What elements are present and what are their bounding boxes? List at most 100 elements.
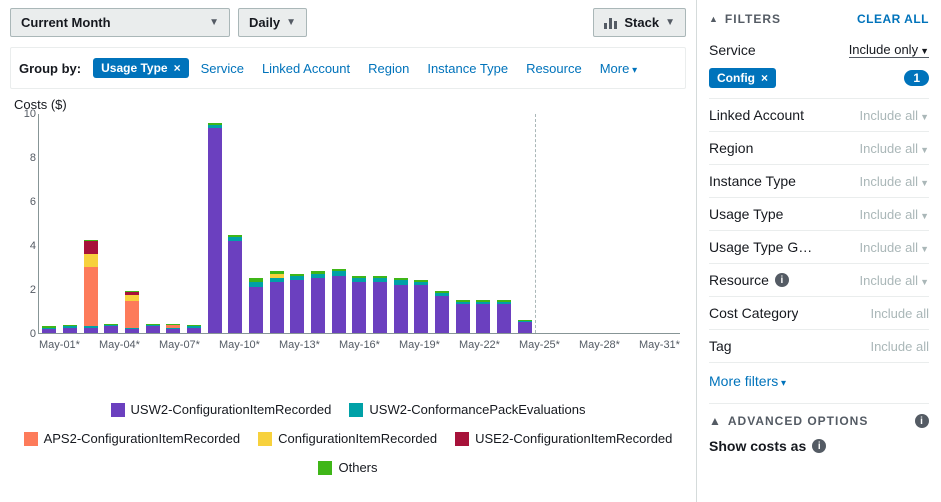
group-by-option-resource[interactable]: Resource xyxy=(526,61,582,76)
x-tick: May-28* xyxy=(579,339,620,351)
bar[interactable] xyxy=(63,325,77,333)
group-by-option-service[interactable]: Service xyxy=(201,61,244,76)
filter-row[interactable]: Usage Type G…Include all▼ xyxy=(709,231,929,264)
bar[interactable] xyxy=(84,240,98,333)
bar[interactable] xyxy=(208,123,222,333)
cost-chart: 0246810 May-01*May-04*May-07*May-10*May-… xyxy=(38,114,680,372)
close-icon: × xyxy=(174,61,181,75)
legend-item[interactable]: ConfigurationItemRecorded xyxy=(258,431,437,446)
filter-service-mode[interactable]: Include only▼ xyxy=(849,42,929,58)
legend-label: Others xyxy=(338,460,377,475)
filter-row[interactable]: TagInclude all xyxy=(709,330,929,363)
info-icon[interactable]: i xyxy=(915,414,929,428)
legend-item[interactable]: USE2-ConfigurationItemRecorded xyxy=(455,431,672,446)
bar[interactable] xyxy=(125,291,139,333)
bar[interactable] xyxy=(394,278,408,333)
bar[interactable] xyxy=(373,276,387,333)
filter-mode[interactable]: Include all▼ xyxy=(860,207,929,222)
bar[interactable] xyxy=(104,324,118,333)
info-icon[interactable]: i xyxy=(812,439,826,453)
filter-row[interactable]: Linked AccountInclude all▼ xyxy=(709,99,929,132)
bar-segment xyxy=(125,301,139,327)
group-by-active-chip[interactable]: Usage Type × xyxy=(93,58,188,78)
x-tick xyxy=(200,339,210,351)
bar[interactable] xyxy=(42,326,56,333)
chevron-down-icon: ▼ xyxy=(209,17,219,28)
legend-item[interactable]: USW2-ConformancePackEvaluations xyxy=(349,402,585,417)
bar-chart-icon xyxy=(604,17,618,29)
legend-item[interactable]: APS2-ConfigurationItemRecorded xyxy=(24,431,241,446)
bar[interactable] xyxy=(456,300,470,333)
bar[interactable] xyxy=(228,235,242,333)
filter-mode[interactable]: Include all▼ xyxy=(860,273,929,288)
filter-mode[interactable]: Include all xyxy=(870,339,929,354)
bar[interactable] xyxy=(352,276,366,333)
legend-swatch xyxy=(318,461,332,475)
bar[interactable] xyxy=(435,291,449,333)
bar[interactable] xyxy=(166,324,180,333)
collapse-icon[interactable]: ▲ xyxy=(709,14,719,24)
bar[interactable] xyxy=(249,278,263,333)
service-filter-chip[interactable]: Config × xyxy=(709,68,776,88)
filter-mode[interactable]: Include all▼ xyxy=(860,141,929,156)
bar[interactable] xyxy=(332,269,346,333)
bar-segment xyxy=(146,326,160,333)
x-tick xyxy=(449,339,459,351)
legend-label: USW2-ConformancePackEvaluations xyxy=(369,402,585,417)
bar-segment xyxy=(63,328,77,334)
x-tick: May-16* xyxy=(339,339,380,351)
group-by-option-instance-type[interactable]: Instance Type xyxy=(427,61,508,76)
bar[interactable] xyxy=(146,324,160,333)
bar[interactable] xyxy=(290,274,304,333)
legend-label: USE2-ConfigurationItemRecorded xyxy=(475,431,672,446)
filter-mode[interactable]: Include all▼ xyxy=(860,108,929,123)
legend-item[interactable]: USW2-ConfigurationItemRecorded xyxy=(111,402,332,417)
legend-swatch xyxy=(349,403,363,417)
granularity-dropdown[interactable]: Daily ▼ xyxy=(238,8,307,37)
chart-mode-dropdown[interactable]: Stack ▼ xyxy=(593,8,686,37)
x-tick xyxy=(149,339,159,351)
filter-mode[interactable]: Include all▼ xyxy=(860,174,929,189)
x-tick xyxy=(260,339,270,351)
filter-mode[interactable]: Include all xyxy=(870,306,929,321)
bar-segment xyxy=(394,285,408,333)
filter-row[interactable]: Cost CategoryInclude all xyxy=(709,297,929,330)
clear-all-button[interactable]: CLEAR ALL xyxy=(857,12,929,26)
filter-label: Usage Type xyxy=(709,206,783,222)
filter-row[interactable]: ResourceiInclude all▼ xyxy=(709,264,929,297)
legend-swatch xyxy=(111,403,125,417)
filter-label: Instance Type xyxy=(709,173,796,189)
time-range-dropdown[interactable]: Current Month ▼ xyxy=(10,8,230,37)
bar-segment xyxy=(414,285,428,333)
legend-item[interactable]: Others xyxy=(318,460,377,475)
filter-row[interactable]: Instance Type Include all▼ xyxy=(709,165,929,198)
bar-segment xyxy=(311,278,325,333)
x-tick xyxy=(629,339,639,351)
x-tick: May-10* xyxy=(219,339,260,351)
group-by-option-more[interactable]: More xyxy=(600,61,637,76)
x-tick: May-01* xyxy=(39,339,80,351)
bar-segment xyxy=(84,254,98,267)
bar[interactable] xyxy=(414,280,428,333)
filter-row[interactable]: Usage Type Include all▼ xyxy=(709,198,929,231)
bar-segment xyxy=(84,241,98,254)
bar[interactable] xyxy=(518,320,532,333)
group-by-option-linked-account[interactable]: Linked Account xyxy=(262,61,350,76)
more-filters-link[interactable]: More filters xyxy=(709,373,929,389)
bar[interactable] xyxy=(187,325,201,333)
group-by-option-region[interactable]: Region xyxy=(368,61,409,76)
bar[interactable] xyxy=(476,300,490,333)
filters-section-header: ▲ FILTERS CLEAR ALL xyxy=(709,12,929,26)
bar[interactable] xyxy=(311,271,325,333)
filter-row[interactable]: RegionInclude all▼ xyxy=(709,132,929,165)
bar-segment xyxy=(187,328,201,334)
x-tick xyxy=(140,339,150,351)
chart-y-label: Costs ($) xyxy=(14,97,686,112)
collapse-icon[interactable]: ▲ xyxy=(709,414,722,428)
chevron-down-icon: ▼ xyxy=(665,17,675,28)
y-tick: 8 xyxy=(30,152,36,164)
bar[interactable] xyxy=(270,271,284,333)
info-icon[interactable]: i xyxy=(775,273,789,287)
bar[interactable] xyxy=(497,300,511,333)
filter-mode[interactable]: Include all▼ xyxy=(860,240,929,255)
